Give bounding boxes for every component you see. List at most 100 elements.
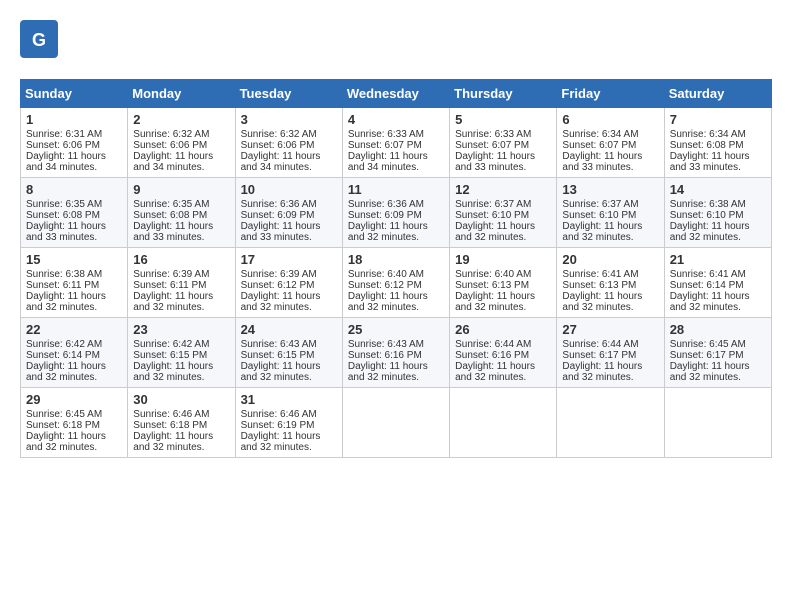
calendar-day-5: 5Sunrise: 6:33 AMSunset: 6:07 PMDaylight… [450,108,557,178]
sunset-text: Sunset: 6:07 PM [348,140,444,151]
empty-cell [342,388,449,458]
sunset-text: Sunset: 6:10 PM [455,210,551,221]
daylight-text: Daylight: 11 hours and 32 minutes. [562,361,658,383]
sunrise-text: Sunrise: 6:43 AM [241,339,337,350]
calendar-day-25: 25Sunrise: 6:43 AMSunset: 6:16 PMDayligh… [342,318,449,388]
daylight-text: Daylight: 11 hours and 33 minutes. [133,221,229,243]
day-number: 22 [26,322,122,337]
day-header-wednesday: Wednesday [342,80,449,108]
daylight-text: Daylight: 11 hours and 32 minutes. [455,291,551,313]
calendar-day-21: 21Sunrise: 6:41 AMSunset: 6:14 PMDayligh… [664,248,771,318]
daylight-text: Daylight: 11 hours and 32 minutes. [562,221,658,243]
calendar-table: SundayMondayTuesdayWednesdayThursdayFrid… [20,79,772,458]
sunrise-text: Sunrise: 6:45 AM [26,409,122,420]
sunset-text: Sunset: 6:13 PM [562,280,658,291]
calendar-day-2: 2Sunrise: 6:32 AMSunset: 6:06 PMDaylight… [128,108,235,178]
calendar-day-24: 24Sunrise: 6:43 AMSunset: 6:15 PMDayligh… [235,318,342,388]
calendar-week-2: 8Sunrise: 6:35 AMSunset: 6:08 PMDaylight… [21,178,772,248]
sunset-text: Sunset: 6:09 PM [241,210,337,221]
sunrise-text: Sunrise: 6:38 AM [670,199,766,210]
daylight-text: Daylight: 11 hours and 33 minutes. [26,221,122,243]
calendar-day-19: 19Sunrise: 6:40 AMSunset: 6:13 PMDayligh… [450,248,557,318]
day-number: 25 [348,322,444,337]
day-number: 13 [562,182,658,197]
daylight-text: Daylight: 11 hours and 32 minutes. [241,431,337,453]
day-number: 24 [241,322,337,337]
day-number: 21 [670,252,766,267]
day-number: 4 [348,112,444,127]
day-number: 2 [133,112,229,127]
day-number: 8 [26,182,122,197]
empty-cell [557,388,664,458]
sunrise-text: Sunrise: 6:31 AM [26,129,122,140]
calendar-day-1: 1Sunrise: 6:31 AMSunset: 6:06 PMDaylight… [21,108,128,178]
daylight-text: Daylight: 11 hours and 32 minutes. [241,361,337,383]
calendar-day-4: 4Sunrise: 6:33 AMSunset: 6:07 PMDaylight… [342,108,449,178]
calendar-day-23: 23Sunrise: 6:42 AMSunset: 6:15 PMDayligh… [128,318,235,388]
calendar-day-22: 22Sunrise: 6:42 AMSunset: 6:14 PMDayligh… [21,318,128,388]
sunrise-text: Sunrise: 6:39 AM [241,269,337,280]
daylight-text: Daylight: 11 hours and 32 minutes. [455,221,551,243]
calendar-header-row: SundayMondayTuesdayWednesdayThursdayFrid… [21,80,772,108]
calendar-day-15: 15Sunrise: 6:38 AMSunset: 6:11 PMDayligh… [21,248,128,318]
daylight-text: Daylight: 11 hours and 33 minutes. [670,151,766,173]
calendar-day-31: 31Sunrise: 6:46 AMSunset: 6:19 PMDayligh… [235,388,342,458]
sunrise-text: Sunrise: 6:37 AM [562,199,658,210]
sunset-text: Sunset: 6:06 PM [241,140,337,151]
day-number: 17 [241,252,337,267]
calendar-day-10: 10Sunrise: 6:36 AMSunset: 6:09 PMDayligh… [235,178,342,248]
sunset-text: Sunset: 6:16 PM [348,350,444,361]
day-number: 6 [562,112,658,127]
sunrise-text: Sunrise: 6:41 AM [562,269,658,280]
calendar-day-26: 26Sunrise: 6:44 AMSunset: 6:16 PMDayligh… [450,318,557,388]
sunset-text: Sunset: 6:08 PM [133,210,229,221]
daylight-text: Daylight: 11 hours and 32 minutes. [26,361,122,383]
daylight-text: Daylight: 11 hours and 33 minutes. [241,221,337,243]
sunset-text: Sunset: 6:06 PM [26,140,122,151]
sunset-text: Sunset: 6:07 PM [562,140,658,151]
day-number: 1 [26,112,122,127]
sunrise-text: Sunrise: 6:45 AM [670,339,766,350]
sunset-text: Sunset: 6:17 PM [670,350,766,361]
sunset-text: Sunset: 6:15 PM [133,350,229,361]
daylight-text: Daylight: 11 hours and 32 minutes. [133,431,229,453]
day-number: 3 [241,112,337,127]
daylight-text: Daylight: 11 hours and 32 minutes. [670,221,766,243]
day-number: 20 [562,252,658,267]
day-number: 11 [348,182,444,197]
sunrise-text: Sunrise: 6:46 AM [241,409,337,420]
day-number: 14 [670,182,766,197]
sunset-text: Sunset: 6:10 PM [562,210,658,221]
calendar-day-13: 13 Sunrise: 6:37 AMSunset: 6:10 PMDayligh… [557,178,664,248]
calendar-day-12: 12Sunrise: 6:37 AMSunset: 6:10 PMDayligh… [450,178,557,248]
sunrise-text: Sunrise: 6:34 AM [670,129,766,140]
sunset-text: Sunset: 6:08 PM [26,210,122,221]
svg-text:G: G [32,30,46,50]
sunset-text: Sunset: 6:11 PM [26,280,122,291]
empty-cell [450,388,557,458]
sunset-text: Sunset: 6:14 PM [670,280,766,291]
sunrise-text: Sunrise: 6:35 AM [133,199,229,210]
sunset-text: Sunset: 6:16 PM [455,350,551,361]
sunrise-text: Sunrise: 6:40 AM [455,269,551,280]
day-number: 23 [133,322,229,337]
daylight-text: Daylight: 11 hours and 34 minutes. [133,151,229,173]
sunrise-text: Sunrise: 6:38 AM [26,269,122,280]
sunset-text: Sunset: 6:12 PM [241,280,337,291]
sunset-text: Sunset: 6:18 PM [133,420,229,431]
daylight-text: Daylight: 11 hours and 32 minutes. [348,291,444,313]
calendar-week-4: 22Sunrise: 6:42 AMSunset: 6:14 PMDayligh… [21,318,772,388]
daylight-text: Daylight: 11 hours and 32 minutes. [670,361,766,383]
daylight-text: Daylight: 11 hours and 32 minutes. [26,431,122,453]
day-number: 16 [133,252,229,267]
calendar-week-1: 1Sunrise: 6:31 AMSunset: 6:06 PMDaylight… [21,108,772,178]
calendar-day-20: 20Sunrise: 6:41 AMSunset: 6:13 PMDayligh… [557,248,664,318]
daylight-text: Daylight: 11 hours and 32 minutes. [670,291,766,313]
day-number: 12 [455,182,551,197]
sunrise-text: Sunrise: 6:34 AM [562,129,658,140]
sunrise-text: Sunrise: 6:40 AM [348,269,444,280]
day-number: 15 [26,252,122,267]
daylight-text: Daylight: 11 hours and 33 minutes. [562,151,658,173]
sunset-text: Sunset: 6:07 PM [455,140,551,151]
daylight-text: Daylight: 11 hours and 32 minutes. [241,291,337,313]
